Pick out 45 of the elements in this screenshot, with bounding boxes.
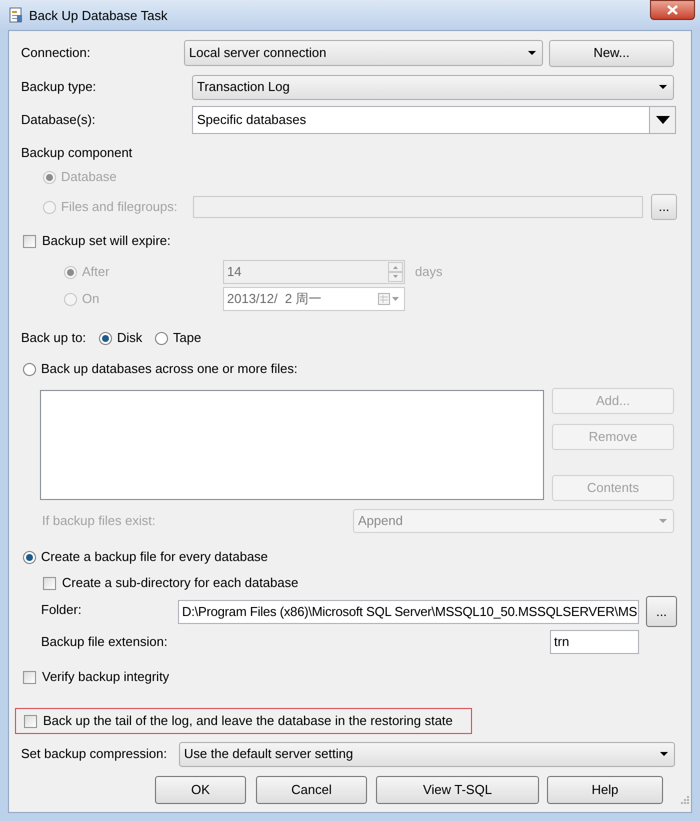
document-icon bbox=[9, 7, 23, 23]
caret-icon bbox=[659, 519, 667, 523]
button[interactable]: Help bbox=[547, 776, 663, 804]
calendar-icon bbox=[378, 293, 400, 305]
button[interactable]: Cancel bbox=[256, 776, 367, 804]
checkbox[interactable]: Create a sub-directory for each database bbox=[43, 573, 298, 593]
input-field[interactable] bbox=[193, 196, 643, 218]
close-icon bbox=[667, 5, 678, 15]
checkbox[interactable]: Backup set will expire: bbox=[23, 231, 171, 251]
caret-icon bbox=[656, 116, 670, 124]
label: Backup file extension: bbox=[41, 633, 168, 652]
caret-icon bbox=[528, 51, 536, 55]
window-title: Back Up Database Task bbox=[29, 7, 168, 25]
input-field[interactable]: trn bbox=[550, 630, 639, 654]
caret-icon bbox=[659, 85, 667, 89]
dropdown[interactable]: Use the default server setting bbox=[179, 742, 675, 766]
label: Backup component bbox=[21, 144, 132, 162]
checkbox[interactable]: Verify backup integrity bbox=[23, 667, 170, 687]
radio-button[interactable]: Back up databases across one or more files: bbox=[23, 359, 298, 379]
caret-icon bbox=[660, 752, 668, 756]
radio-button[interactable]: Disk bbox=[99, 328, 155, 348]
radio-button[interactable]: Tape bbox=[155, 328, 202, 348]
list-box[interactable] bbox=[40, 390, 544, 500]
dropdown[interactable]: Transaction Log bbox=[192, 74, 674, 100]
label: days bbox=[415, 263, 442, 282]
button[interactable]: OK bbox=[155, 776, 246, 804]
button[interactable]: View T-SQL bbox=[376, 776, 539, 804]
close-button[interactable] bbox=[650, 0, 695, 20]
button[interactable]: ... bbox=[646, 596, 677, 627]
button[interactable]: New... bbox=[549, 40, 674, 66]
label: Backup type: bbox=[21, 78, 98, 96]
label: Set backup compression: bbox=[21, 745, 168, 764]
spinner-icon bbox=[388, 262, 403, 282]
label: Connection: bbox=[21, 44, 92, 62]
label: If backup files exist: bbox=[42, 512, 156, 530]
label: Back up to: bbox=[21, 329, 88, 348]
dropdown[interactable]: Local server connection bbox=[184, 40, 543, 66]
label: Database(s): bbox=[21, 111, 96, 130]
input-field[interactable]: D:\Program Files (x86)\Microsoft SQL Server\MSSQL10_50.MSSQLSERVER\MS bbox=[178, 600, 639, 624]
resize-grip-icon bbox=[679, 794, 689, 804]
checkbox[interactable]: Back up the tail of the log, and leave the database in the restoring state bbox=[24, 711, 453, 731]
button[interactable]: ... bbox=[651, 194, 677, 220]
radio-button[interactable]: Create a backup file for every database bbox=[23, 547, 268, 567]
dropdown[interactable]: Specific databases bbox=[192, 106, 676, 134]
label: Folder: bbox=[41, 601, 82, 619]
